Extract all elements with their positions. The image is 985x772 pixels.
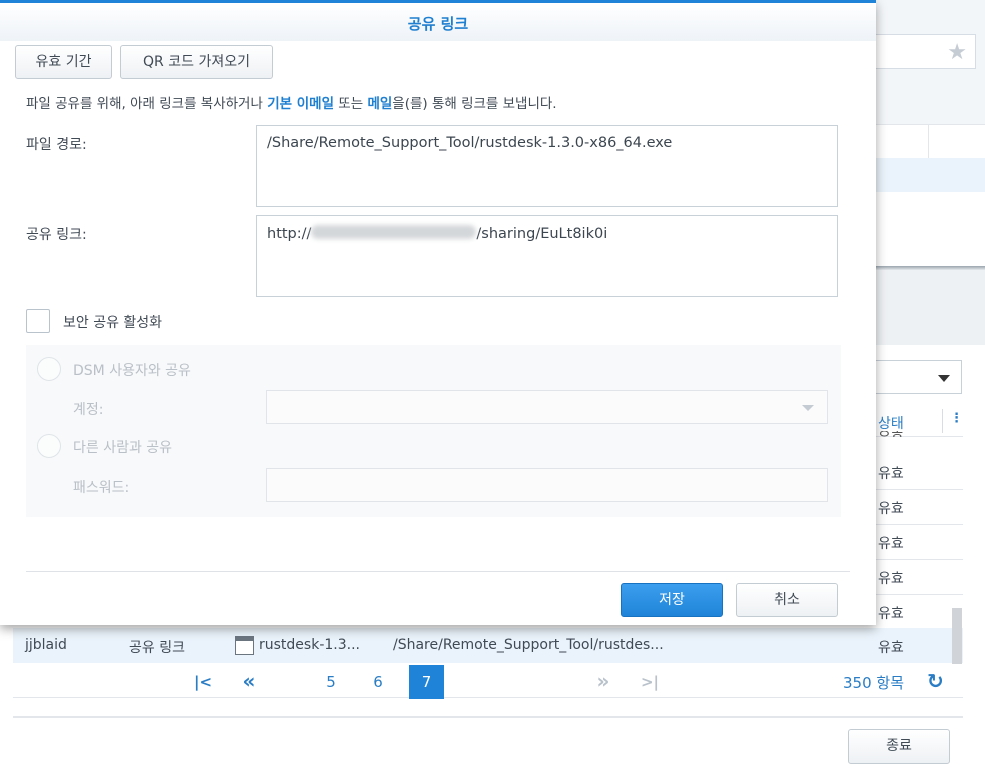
secure-share-label[interactable]: 보안 공유 활성화 [63,312,162,332]
table-row[interactable]: 유효 [876,490,963,525]
chevron-down-icon [938,375,950,382]
pagination: |< « 5 6 7 » >| 350 항목 ↻ [13,664,963,700]
table-row[interactable]: 유효 [876,455,963,490]
status-cell-partial: 유효 [878,431,904,437]
table-row[interactable]: 유효 [876,525,963,560]
validity-period-button[interactable]: 유효 기간 [15,45,112,79]
file-icon [235,636,254,655]
page-7-link[interactable]: 7 [409,665,444,699]
background-search-field[interactable]: ★ [876,34,976,69]
footer-divider [13,716,963,718]
star-icon[interactable]: ★ [947,40,967,65]
file-path-field[interactable]: /Share/Remote_Support_Tool/rustdesk-1.3.… [256,125,838,207]
qr-code-button[interactable]: QR 코드 가져오기 [120,45,273,79]
save-button[interactable]: 저장 [621,583,723,617]
prev-page-icon[interactable]: « [235,670,263,700]
dsm-user-radio [37,357,61,381]
status-cell: 유효 [878,536,904,552]
close-button[interactable]: 종료 [848,729,950,764]
status-header-label: 상태 [878,416,904,432]
description-text: 또는 [334,96,368,112]
status-cell: 유효 [878,501,904,517]
path-cell: /Share/Remote_Support_Tool/rustdes... [393,637,664,653]
share-link-label: 공유 링크: [26,227,87,243]
secure-share-checkbox[interactable] [26,309,50,333]
status-cell: 유효 [878,640,904,656]
redacted-host [311,225,477,239]
scrollbar[interactable] [952,608,962,664]
last-page-icon: >| [640,673,660,691]
chevron-down-icon [802,405,814,411]
mail-link[interactable]: 메일 [367,96,392,112]
share-link-dialog: 공유 링크 유효 기간 QR 코드 가져오기 파일 공유를 위해, 아래 링크를… [0,0,876,625]
first-page-icon[interactable]: |< [191,670,215,700]
background-table-body [876,192,985,266]
status-cell: 유효 [878,606,904,622]
user-cell: jjblaid [25,637,67,653]
total-items: 350 항목 [843,674,904,692]
lower-window-header [876,270,985,345]
secure-share-panel: DSM 사용자와 공유 계정: 다른 사람과 공유 패스워드: [26,345,841,517]
file-cell: rustdesk-1.3... [259,637,360,653]
status-cell: 유효 [878,571,904,587]
next-page-icon: » [596,669,610,693]
status-cell: 유효 [878,466,904,482]
share-description: 파일 공유를 위해, 아래 링크를 복사하거나 기본 이메일 또는 메일을(를)… [26,92,557,112]
dialog-footer-divider [26,571,850,572]
description-text: 파일 공유를 위해, 아래 링크를 복사하거나 [26,96,268,112]
dsm-user-option-label: DSM 사용자와 공유 [73,363,191,379]
cancel-button[interactable]: 취소 [736,583,838,617]
share-link-prefix: http:// [267,226,312,242]
dialog-title-bar[interactable]: 공유 링크 [0,3,876,41]
selected-table-row[interactable]: jjblaid 공유 링크 rustdesk-1.3... /Share/Rem… [13,628,963,663]
dialog-title: 공유 링크 [407,15,469,33]
others-option-label: 다른 사람과 공유 [73,440,173,456]
share-link-field[interactable]: http:// /sharing/EuLt8ik0i [256,215,838,297]
page-5-link[interactable]: 5 [321,670,341,700]
column-separator [942,409,943,433]
default-email-link[interactable]: 기본 이메일 [267,96,334,112]
description-text: 을(를) 통해 링크를 보냅니다. [392,96,557,112]
filter-dropdown[interactable] [876,360,962,394]
account-label: 계정: [73,402,104,418]
type-cell: 공유 링크 [129,640,185,656]
file-path-label: 파일 경로: [26,137,87,153]
others-radio [37,434,61,458]
page-6-link[interactable]: 6 [368,670,388,700]
password-field [266,468,828,502]
password-label: 패스워드: [73,480,130,496]
refresh-icon[interactable]: ↻ [927,669,944,693]
share-link-suffix: /sharing/EuLt8ik0i [476,226,608,242]
account-select [266,390,828,424]
status-column-header[interactable]: 상태 ⋮ 유효 [876,405,963,437]
more-vertical-icon[interactable]: ⋮ [950,411,963,426]
table-row[interactable]: 유효 [876,595,963,630]
background-table-header [876,124,985,159]
background-selected-row[interactable] [876,158,985,192]
file-path-value: /Share/Remote_Support_Tool/rustdesk-1.3.… [267,135,673,151]
table-row[interactable]: 유효 [876,560,963,595]
